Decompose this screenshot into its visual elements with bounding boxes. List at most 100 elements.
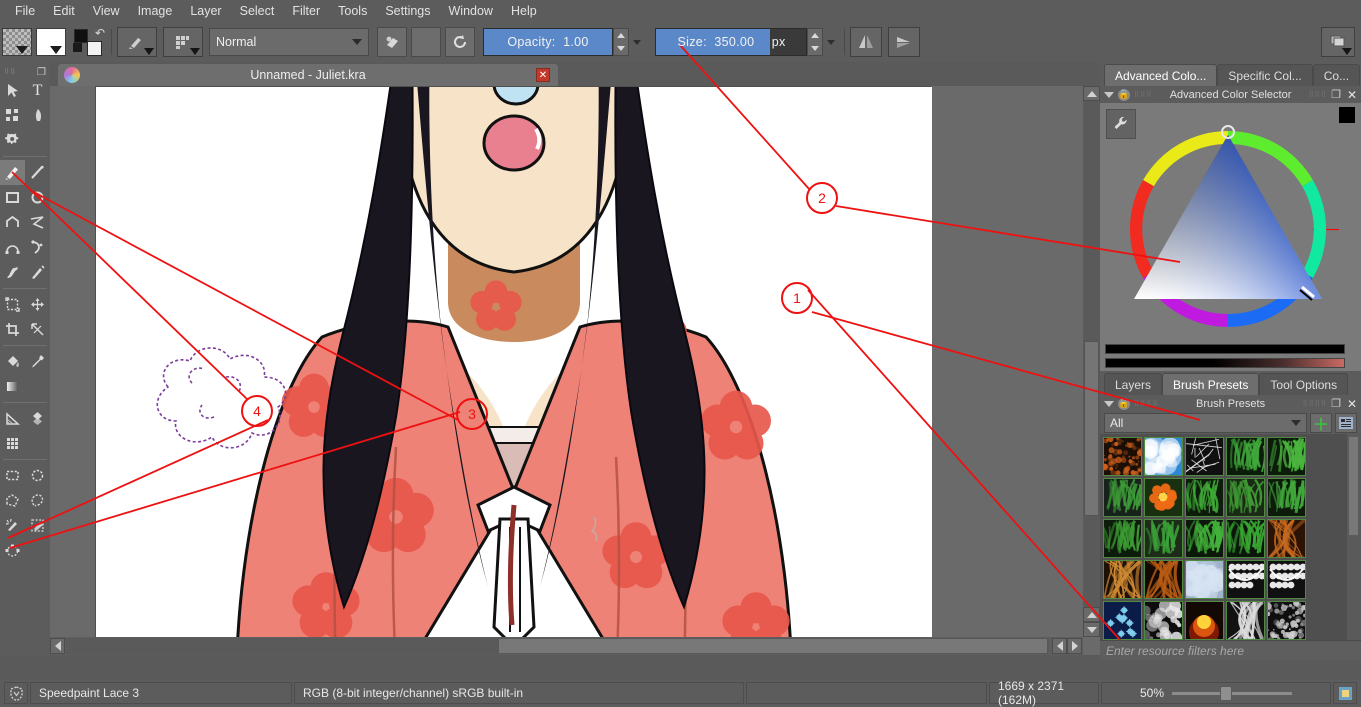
tab-layers[interactable]: Layers [1104,373,1163,395]
brush-preset-rope[interactable] [1103,560,1142,599]
tool-line[interactable] [25,160,50,185]
canvas-vertical-scrollbar[interactable] [1083,86,1100,637]
blending-mode-select[interactable]: Normal [209,28,369,56]
scroll-right-button[interactable] [1067,638,1082,654]
tool-polyline[interactable] [25,210,50,235]
selection-mask-indicator[interactable] [4,682,28,704]
reset-colors-icon[interactable] [73,43,82,52]
tool-outline-selection[interactable] [25,488,50,513]
mirror-horizontal-button[interactable] [850,27,882,57]
brush-preset-shrub[interactable] [1267,478,1306,517]
close-icon[interactable]: ✕ [536,68,550,82]
menu-window[interactable]: Window [440,2,502,20]
tool-gradient[interactable] [0,374,25,399]
tool-edit-shapes[interactable] [0,103,25,128]
tool-grid[interactable] [0,431,25,456]
tool-fill-patterns[interactable] [0,128,25,153]
scroll-left-button-2[interactable] [1052,638,1067,654]
size-control[interactable]: Size: 350.00 px [655,28,839,56]
close-icon[interactable]: ✕ [1345,397,1357,411]
brush-preset-soft-blobs[interactable] [1144,601,1183,640]
document-tab[interactable]: Unnamed - Juliet.kra ✕ [58,64,558,86]
brush-preset-bush-1[interactable] [1185,478,1224,517]
background-color-swatch[interactable] [87,41,102,56]
tool-freehand-brush[interactable] [0,160,25,185]
float-icon[interactable]: ❐ [37,67,46,78]
menu-filter[interactable]: Filter [283,2,329,20]
tool-move[interactable] [25,292,50,317]
pattern-chooser-button[interactable] [36,28,66,56]
eraser-mode-button[interactable] [377,27,407,57]
spinner-down-icon[interactable] [617,46,625,51]
tool-polygon[interactable] [0,210,25,235]
brush-preset-leaves-1[interactable] [1267,437,1306,476]
reload-preset-button[interactable] [445,27,475,57]
brush-preset-hair-strands[interactable] [1267,519,1306,558]
menu-select[interactable]: Select [231,2,284,20]
current-color-swatch[interactable] [1339,107,1355,123]
size-dropdown-icon[interactable] [827,39,835,45]
resource-filter-input[interactable]: Enter resource filters here [1100,640,1361,660]
scroll-up-button-2[interactable] [1083,607,1100,622]
brush-preset-smudge[interactable] [1267,601,1306,640]
brush-presets-grid[interactable] [1100,434,1345,640]
brush-preset-foliage[interactable] [1103,519,1142,558]
preserve-alpha-button[interactable] [411,27,441,57]
brush-preset-grass-2[interactable] [1103,478,1142,517]
brush-preset-moss[interactable] [1226,478,1265,517]
color-selector-settings-button[interactable] [1106,109,1136,139]
brush-preset-reeds[interactable] [1144,519,1183,558]
spinner-up-icon[interactable] [617,33,625,38]
brush-preset-fur[interactable] [1144,560,1183,599]
tool-polygon-selection[interactable] [0,488,25,513]
swap-colors-icon[interactable]: ↶ [95,27,105,39]
tool-freehand-path[interactable] [25,235,50,260]
zoom-control[interactable]: 50% [1101,682,1331,704]
brush-preset-weeds[interactable] [1185,519,1224,558]
brush-preset-crackle[interactable] [1185,437,1224,476]
tool-measure[interactable] [25,317,50,342]
spinner-up-icon[interactable] [811,33,819,38]
size-spinner[interactable] [807,28,823,56]
brush-editor-button[interactable] [163,27,203,57]
tool-color-picker[interactable] [25,349,50,374]
close-icon[interactable]: ✕ [1345,88,1357,102]
spinner-down-icon[interactable] [811,46,819,51]
gradient-chooser-button[interactable] [2,28,32,56]
tool-crop[interactable] [0,317,25,342]
opacity-spinner[interactable] [613,28,629,56]
brush-preset-fire[interactable] [1185,601,1224,640]
zoom-slider[interactable] [1172,686,1293,701]
tool-perspective-grid[interactable] [0,406,25,431]
hscroll-thumb[interactable] [498,638,1048,654]
tab-tool-options[interactable]: Tool Options [1259,373,1349,395]
foreground-background-color[interactable]: ↶ [72,27,106,57]
brush-preset-clouds[interactable] [1144,437,1183,476]
scroll-up-button[interactable] [1083,86,1100,101]
brush-grid-scrollbar[interactable] [1347,434,1361,640]
tool-text[interactable]: T [25,78,50,103]
brush-grid-scroll-thumb[interactable] [1348,436,1359,536]
float-icon[interactable]: ❐ [1331,88,1341,101]
collapse-icon[interactable] [1104,400,1114,407]
size-slider[interactable]: Size: 350.00 px [655,28,807,56]
float-icon[interactable]: ❐ [1331,397,1341,410]
collapse-icon[interactable] [1104,91,1114,98]
vscroll-track[interactable] [1083,101,1100,607]
brush-presets-grid-wrapper[interactable] [1100,434,1361,640]
tool-dynamic-brush[interactable] [0,260,25,285]
tab-specific-color-selector[interactable]: Specific Col... [1217,64,1313,86]
tool-pattern[interactable] [25,406,50,431]
canvas-viewport[interactable] [50,86,1083,637]
tool-multibrush[interactable] [25,260,50,285]
artboard[interactable] [95,86,932,637]
brush-preset-chooser-button[interactable] [117,27,157,57]
add-preset-button[interactable]: ＋ [1310,413,1332,434]
menu-settings[interactable]: Settings [376,2,439,20]
tool-ellipse-selection[interactable] [25,463,50,488]
menu-layer[interactable]: Layer [181,2,230,20]
tool-fill-bucket[interactable] [0,349,25,374]
menu-file[interactable]: File [6,2,44,20]
brush-preset-diagonal-streaks[interactable] [1226,601,1265,640]
vscroll-thumb[interactable] [1084,341,1099,516]
